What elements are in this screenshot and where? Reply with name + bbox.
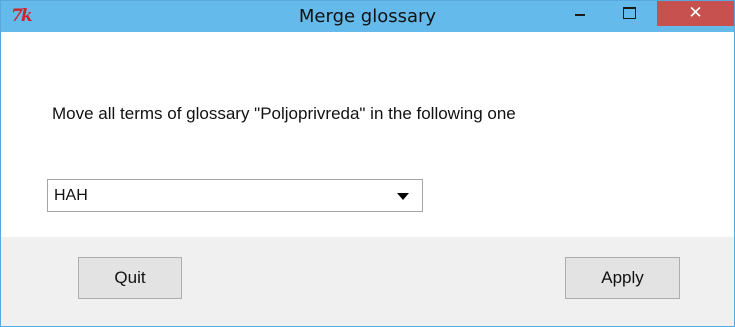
selected-glossary: HAH <box>54 187 88 204</box>
apply-button[interactable]: Apply <box>565 257 680 299</box>
close-icon: ✕ <box>688 3 703 23</box>
quit-button[interactable]: Quit <box>78 257 182 299</box>
title-bar[interactable]: 7k Merge glossary ✕ <box>1 1 734 32</box>
tk-feather-icon: 7k <box>11 6 33 26</box>
target-glossary-select[interactable]: HAH <box>47 179 423 212</box>
minimize-button[interactable] <box>561 1 595 26</box>
maximize-button[interactable] <box>613 1 647 26</box>
maximize-icon <box>623 7 636 19</box>
close-button[interactable]: ✕ <box>657 1 734 26</box>
dropdown-arrow-icon[interactable] <box>397 193 409 200</box>
merge-message: Move all terms of glossary "Poljoprivred… <box>52 104 516 123</box>
minimize-icon <box>575 14 585 16</box>
merge-glossary-window: 7k Merge glossary ✕ Move all terms of gl… <box>0 0 735 327</box>
